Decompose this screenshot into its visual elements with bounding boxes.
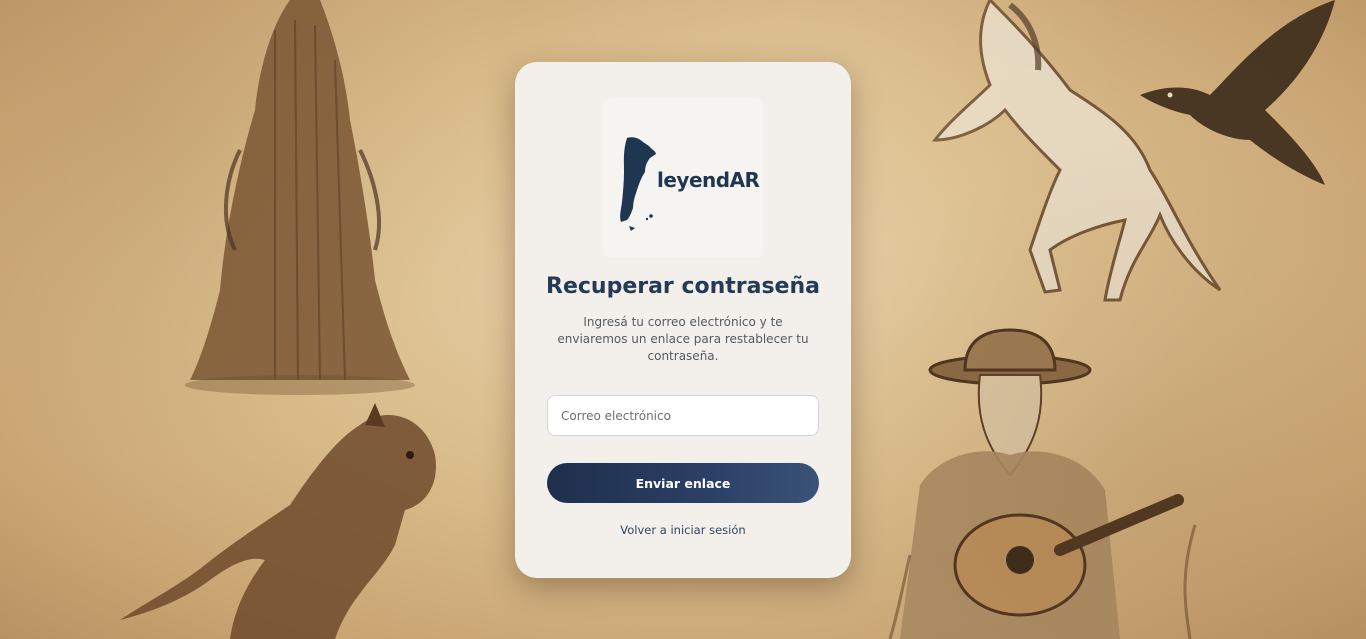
login-background: leyendAR Recuperar contraseña Ingresá tu… bbox=[0, 0, 1366, 639]
cloaked-ghost-illustration bbox=[185, 0, 415, 395]
back-to-login-link[interactable]: Volver a iniciar sesión bbox=[515, 523, 851, 537]
send-link-button[interactable]: Enviar enlace bbox=[547, 463, 819, 503]
page-title: Recuperar contraseña bbox=[546, 274, 820, 299]
page-subtitle: Ingresá tu correo electrónico y te envia… bbox=[557, 315, 809, 363]
werewolf-illustration bbox=[120, 403, 436, 639]
brand-name: leyendAR bbox=[657, 168, 760, 192]
argentina-map-icon bbox=[620, 137, 656, 231]
gaucho-guitarist-illustration bbox=[888, 328, 1197, 639]
password-recovery-card: leyendAR Recuperar contraseña Ingresá tu… bbox=[515, 62, 851, 578]
email-field[interactable] bbox=[547, 395, 819, 436]
brand-logo: leyendAR bbox=[603, 98, 763, 258]
rearing-horse-illustration bbox=[931, 0, 1222, 302]
crow-illustration bbox=[1140, 0, 1335, 185]
